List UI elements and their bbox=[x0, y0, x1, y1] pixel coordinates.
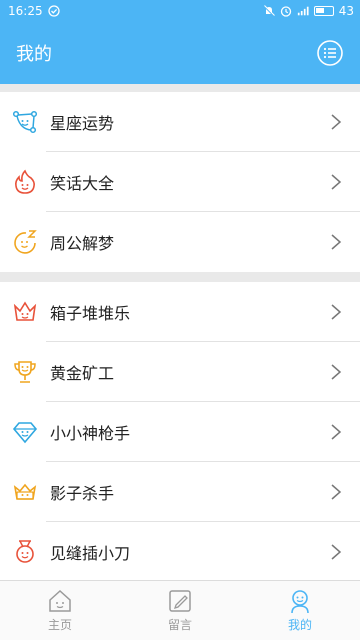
flame-icon bbox=[15, 169, 35, 194]
trophy-icon bbox=[14, 361, 36, 383]
menu-item-knife[interactable]: 见缝插小刀 bbox=[0, 522, 360, 582]
menu-item-label: 周公解梦 bbox=[50, 234, 115, 253]
medal-icon bbox=[16, 540, 34, 563]
menu-item-label: 小小神枪手 bbox=[50, 424, 131, 443]
message-icon bbox=[169, 590, 191, 612]
menu-item-shadow-killer[interactable]: 影子杀手 bbox=[0, 462, 360, 522]
menu-item-label: 黄金矿工 bbox=[50, 364, 115, 383]
signal-icon bbox=[297, 6, 309, 16]
menu-group-tools: 星座运势 笑话大全 周公解梦 bbox=[0, 92, 360, 272]
bottom-tab-bar: 主页 留言 我的 bbox=[0, 580, 360, 640]
menu-item-dream[interactable]: 周公解梦 bbox=[0, 212, 360, 272]
home-icon bbox=[49, 589, 71, 612]
menu-item-label: 笑话大全 bbox=[50, 174, 115, 193]
diamond-icon bbox=[12, 422, 38, 444]
constellation-icon bbox=[12, 110, 38, 134]
tab-label: 主页 bbox=[47, 618, 72, 632]
dream-icon bbox=[14, 230, 37, 254]
list-menu-icon[interactable] bbox=[316, 39, 344, 67]
menu-item-constellation[interactable]: 星座运势 bbox=[0, 92, 360, 152]
menu-item-label: 见缝插小刀 bbox=[50, 544, 131, 563]
battery-icon bbox=[313, 6, 334, 16]
alarm-icon bbox=[280, 6, 291, 17]
menu-item-box-stack[interactable]: 箱子堆堆乐 bbox=[0, 282, 360, 342]
chevron-right-icon bbox=[331, 114, 342, 130]
tab-label: 留言 bbox=[167, 618, 192, 632]
menu-content: 星座运势 笑话大全 周公解梦 箱子堆堆乐 黄金矿工 小小神枪手 影子杀手 见缝插… bbox=[0, 84, 360, 582]
chevron-right-icon bbox=[331, 304, 342, 320]
chevron-right-icon bbox=[331, 484, 342, 500]
crown-box-icon bbox=[13, 483, 37, 500]
profile-icon bbox=[291, 590, 309, 614]
check-circle-icon bbox=[47, 5, 60, 17]
chevron-right-icon bbox=[331, 364, 342, 380]
battery-level: 43 bbox=[338, 4, 354, 18]
menu-item-label: 箱子堆堆乐 bbox=[50, 304, 131, 323]
chevron-right-icon bbox=[331, 424, 342, 440]
menu-item-sharpshooter[interactable]: 小小神枪手 bbox=[0, 402, 360, 462]
mute-icon bbox=[263, 5, 275, 17]
tab-label: 我的 bbox=[287, 618, 312, 632]
menu-item-label: 星座运势 bbox=[50, 114, 115, 133]
menu-item-jokes[interactable]: 笑话大全 bbox=[0, 152, 360, 212]
tab-profile[interactable]: 我的 bbox=[240, 581, 360, 640]
tab-home[interactable]: 主页 bbox=[0, 581, 120, 640]
menu-item-gold-miner[interactable]: 黄金矿工 bbox=[0, 342, 360, 402]
status-time: 16:25 bbox=[8, 4, 43, 18]
menu-group-games: 箱子堆堆乐 黄金矿工 小小神枪手 影子杀手 见缝插小刀 bbox=[0, 282, 360, 582]
crown-icon bbox=[13, 301, 37, 321]
chevron-right-icon bbox=[331, 174, 342, 190]
app-bar: 我的 bbox=[0, 22, 360, 84]
status-bar: 16:25 43 bbox=[0, 0, 360, 22]
tab-messages[interactable]: 留言 bbox=[120, 581, 240, 640]
page-title: 我的 bbox=[16, 44, 52, 65]
chevron-right-icon bbox=[331, 234, 342, 250]
menu-item-label: 影子杀手 bbox=[50, 484, 115, 503]
chevron-right-icon bbox=[331, 544, 342, 560]
